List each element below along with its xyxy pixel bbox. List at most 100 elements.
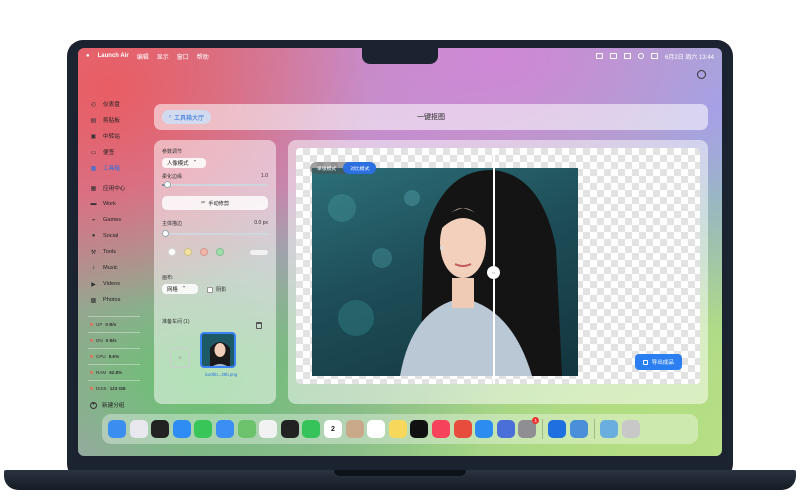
settings-gear-icon[interactable] <box>697 70 706 79</box>
compare-handle[interactable]: ⇔ <box>487 266 500 279</box>
infinity-icon[interactable] <box>151 420 170 438</box>
trash-icon[interactable] <box>256 322 262 329</box>
launchpad-icon[interactable] <box>129 420 148 438</box>
reminders-icon[interactable] <box>367 420 386 438</box>
manual-trim-button[interactable]: ✂ 手动修剪 <box>162 196 268 210</box>
sidebar-item-dashboard[interactable]: ◴ 仪表盘 <box>88 96 152 112</box>
menu-edit[interactable]: 编辑 <box>137 52 149 61</box>
tv-icon[interactable] <box>410 420 429 438</box>
calendar-icon[interactable]: 2 <box>323 420 342 438</box>
phone-icon[interactable] <box>302 420 321 438</box>
sidebar-item-label: Social <box>103 233 119 239</box>
messages-icon[interactable] <box>194 420 213 438</box>
sidebar-item-social[interactable]: ● Social <box>88 228 152 244</box>
sidebar-item-label: Videos <box>103 281 121 287</box>
safari-icon[interactable] <box>172 420 191 438</box>
feather-slider[interactable] <box>162 181 268 188</box>
view-mode-toggle[interactable]: 单张模式 对比模式 <box>310 162 377 174</box>
color-swatch[interactable] <box>200 248 208 256</box>
sidebar-item-toolbox[interactable]: ▦ 工具箱 <box>88 160 152 176</box>
sidebar-item-label: Tools <box>103 249 117 255</box>
color-swatch[interactable] <box>184 248 192 256</box>
queue-thumbnail[interactable] <box>200 332 236 368</box>
status-icon[interactable] <box>609 53 617 59</box>
music-icon: ♪ <box>92 265 95 271</box>
stat-disk: DISK 123 GB <box>88 380 140 396</box>
terminal-icon[interactable] <box>280 420 299 438</box>
control-center-icon[interactable] <box>650 53 658 59</box>
sidebar-item-app-center[interactable]: ▦ 应用中心 <box>88 180 152 196</box>
video-icon: ▶ <box>91 281 96 288</box>
books-icon[interactable] <box>496 420 515 438</box>
clipboard-icon: ▤ <box>90 117 97 124</box>
status-icon[interactable] <box>595 53 603 59</box>
sidebar-item-tools[interactable]: ⚒ Tools <box>88 244 152 260</box>
maps-icon[interactable] <box>237 420 256 438</box>
wifi-icon[interactable] <box>623 53 631 59</box>
rocket-icon[interactable] <box>453 420 472 438</box>
apple-icon[interactable]: ● <box>86 53 90 59</box>
settings-app-icon[interactable]: 1 <box>518 417 540 438</box>
finder-icon[interactable] <box>108 420 126 438</box>
sidebar-item-music[interactable]: ♪ Music <box>88 260 152 276</box>
menu-clock[interactable]: 6月2日 周六 13:44 <box>665 52 714 61</box>
preview-icon[interactable] <box>570 420 589 438</box>
shadow-checkbox[interactable]: 阴影 <box>207 286 226 293</box>
chevron-updown-icon: ⌃ <box>181 286 187 292</box>
mail-icon[interactable] <box>215 420 234 438</box>
color-swatch[interactable] <box>216 248 224 256</box>
preview-panel: 单张模式 对比模式 ⇔ 导出成品 <box>288 140 708 404</box>
original-photo <box>312 168 578 376</box>
sidebar-item-games[interactable]: ◒ Games <box>88 212 152 228</box>
stroke-slider[interactable] <box>162 230 268 237</box>
page-title: 一键抠图 <box>417 114 445 121</box>
trash-icon[interactable] <box>621 420 640 438</box>
sidebar-item-transfer[interactable]: ▣ 中转站 <box>88 128 152 144</box>
photos-icon[interactable] <box>259 420 278 438</box>
gamepad-icon: ◒ <box>91 217 96 223</box>
sidebar-item-label: 应用中心 <box>103 186 126 192</box>
dock: 21 <box>102 414 698 444</box>
sidebar-item-photos[interactable]: ▩ Photos <box>88 292 152 308</box>
new-group-button[interactable]: + 新建分组 <box>90 401 124 409</box>
folder-icon[interactable] <box>600 420 619 438</box>
contacts-icon[interactable] <box>345 420 364 438</box>
sidebar-item-label: Photos <box>103 297 121 303</box>
search-icon[interactable] <box>637 53 644 59</box>
preview-canvas[interactable]: 单张模式 对比模式 ⇔ 导出成品 <box>296 148 700 384</box>
sidebar-item-label: 中转站 <box>103 134 120 140</box>
export-button[interactable]: 导出成品 <box>634 354 682 370</box>
notification-badge: 1 <box>532 417 540 424</box>
color-swatch[interactable] <box>168 248 176 256</box>
sidebar-item-label: Music <box>103 265 118 271</box>
gauge-icon: ◴ <box>90 101 97 108</box>
menu-window[interactable]: 窗口 <box>177 52 189 61</box>
queue-file-name: ico0hb...29b.png <box>204 372 238 377</box>
stroke-value: 0.0 px <box>254 220 268 226</box>
dock-separator <box>541 419 543 439</box>
menu-help[interactable]: 帮助 <box>197 52 209 61</box>
queue-area: + ico0hb...29b.png <box>162 322 268 386</box>
sidebar-item-work[interactable]: ▬ Work <box>88 196 152 212</box>
notes-icon[interactable] <box>388 420 407 438</box>
add-image-button[interactable]: + <box>170 348 190 368</box>
custom-color-field[interactable] <box>250 250 268 255</box>
camera-notch <box>362 48 438 64</box>
menu-view[interactable]: 显示 <box>157 52 169 61</box>
grid-icon: ▦ <box>90 185 97 192</box>
system-stats: UP 0 B/s DN 0 B/s CPU 9.6% RAM 62.8% DISK 123… <box>88 316 140 396</box>
mode-option-compare[interactable]: 对比模式 <box>343 162 377 174</box>
sidebar-item-label: 剪贴板 <box>103 118 120 124</box>
background-select[interactable]: 网格 ⌃ <box>162 284 198 294</box>
xcode-icon[interactable] <box>548 420 567 438</box>
sidebar-item-notes[interactable]: ▭ 便签 <box>88 144 152 160</box>
mode-option-single[interactable]: 单张模式 <box>310 162 343 174</box>
appstore-icon[interactable] <box>475 420 494 438</box>
sidebar: ◴ 仪表盘 ▤ 剪贴板 ▣ 中转站 ▭ 便签 ▦ 工具箱 ▦ 应用中心 ▬ Work ◒ Gam… <box>88 96 152 308</box>
feather-value: 1.0 <box>261 173 268 179</box>
music-app-icon[interactable] <box>431 420 450 438</box>
menu-app-name[interactable]: Launch Air <box>98 53 129 59</box>
mode-select[interactable]: 人像模式 ⌃ <box>162 158 206 168</box>
sidebar-item-clipboard[interactable]: ▤ 剪贴板 <box>88 112 152 128</box>
sidebar-item-videos[interactable]: ▶ Videos <box>88 276 152 292</box>
